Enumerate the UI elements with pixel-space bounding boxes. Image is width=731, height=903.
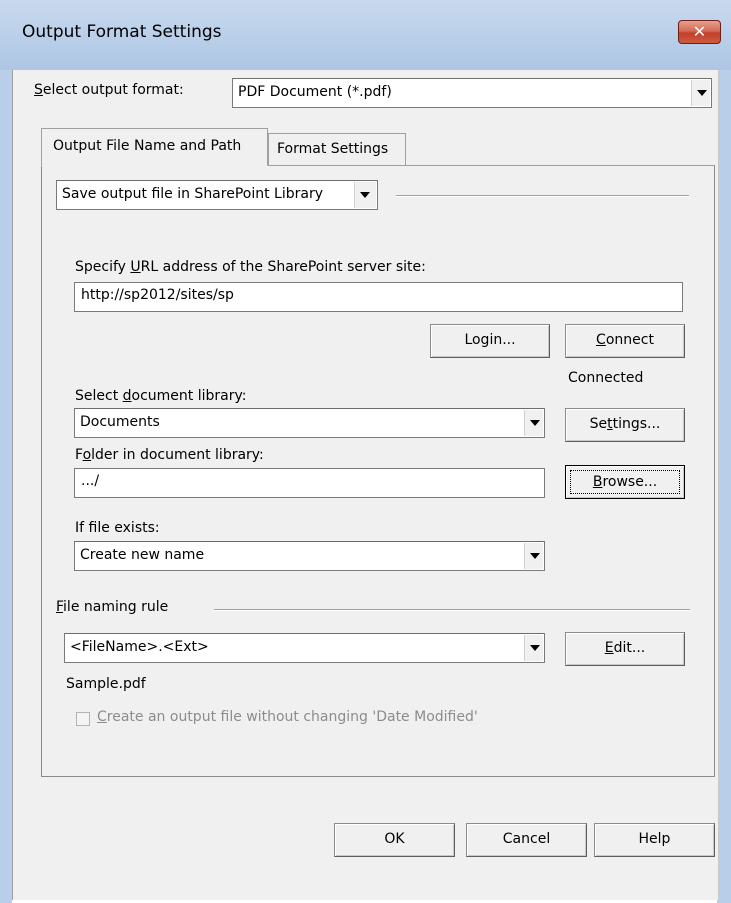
- browse-button[interactable]: Browse...: [565, 465, 685, 499]
- connection-status: Connected: [568, 370, 644, 386]
- output-format-label: Select output format:: [34, 82, 184, 98]
- save-mode-select[interactable]: Save output file in SharePoint Library: [56, 180, 378, 210]
- login-label: Login...: [464, 332, 516, 348]
- title-bar[interactable]: Output Format Settings ✕: [0, 0, 731, 70]
- close-button[interactable]: ✕: [678, 20, 721, 44]
- output-format-value: PDF Document (*.pdf): [238, 84, 392, 100]
- naming-rule-value: <FileName>.<Ext>: [70, 639, 209, 655]
- help-label: Help: [638, 831, 671, 847]
- chevron-down-icon[interactable]: [524, 543, 543, 569]
- file-exists-select[interactable]: Create new name: [74, 541, 545, 571]
- chevron-down-icon[interactable]: [354, 182, 376, 208]
- naming-rule-select[interactable]: <FileName>.<Ext>: [64, 633, 545, 663]
- chevron-down-icon[interactable]: [524, 410, 543, 436]
- window-title: Output Format Settings: [22, 22, 222, 42]
- library-label: Select document library:: [75, 388, 247, 404]
- document-library-select[interactable]: Documents: [74, 408, 545, 438]
- url-input[interactable]: http://sp2012/sites/sp: [74, 282, 683, 312]
- dialog-window: Output Format Settings ✕ Select output f…: [0, 0, 731, 903]
- tab-output-file-name-and-path[interactable]: Output File Name and Path: [41, 128, 268, 166]
- naming-rule-label: File naming rule: [56, 599, 169, 615]
- output-format-select[interactable]: PDF Document (*.pdf): [232, 78, 712, 108]
- keep-date-label: Create an output file without changing '…: [97, 709, 478, 725]
- save-mode-value: Save output file in SharePoint Library: [62, 186, 323, 202]
- divider: [396, 195, 689, 197]
- close-icon: ✕: [692, 22, 707, 41]
- file-exists-label: If file exists:: [75, 520, 160, 536]
- cancel-button[interactable]: Cancel: [466, 823, 587, 857]
- url-label: Specify URL address of the SharePoint se…: [75, 259, 426, 275]
- login-button[interactable]: Login...: [430, 324, 550, 358]
- file-exists-value: Create new name: [80, 547, 205, 563]
- settings-label: Settings...: [589, 416, 661, 432]
- keep-date-checkbox[interactable]: [76, 712, 90, 726]
- library-value: Documents: [80, 414, 160, 430]
- folder-input[interactable]: .../: [74, 468, 545, 498]
- cancel-label: Cancel: [502, 831, 551, 847]
- connect-button[interactable]: Connect: [565, 324, 685, 358]
- naming-sample: Sample.pdf: [66, 676, 146, 692]
- divider: [214, 609, 690, 611]
- folder-label: Folder in document library:: [75, 447, 264, 463]
- chevron-down-icon[interactable]: [691, 80, 710, 106]
- chevron-down-icon[interactable]: [524, 635, 543, 661]
- edit-button[interactable]: Edit...: [565, 632, 685, 666]
- help-button[interactable]: Help: [594, 823, 715, 857]
- ok-label: OK: [384, 831, 405, 847]
- connect-label: Connect: [596, 332, 654, 348]
- tab-format-settings[interactable]: Format Settings: [268, 133, 406, 165]
- folder-value: .../: [81, 473, 100, 489]
- tab-label: Output File Name and Path: [53, 138, 242, 154]
- ok-button[interactable]: OK: [334, 823, 455, 857]
- window-border-left: [0, 70, 12, 903]
- window-border-right: [717, 70, 731, 903]
- browse-label: Browse...: [570, 470, 680, 494]
- tab-label: Format Settings: [277, 141, 389, 157]
- edit-label: Edit...: [604, 640, 646, 656]
- settings-button[interactable]: Settings...: [565, 408, 685, 442]
- url-value: http://sp2012/sites/sp: [81, 287, 234, 303]
